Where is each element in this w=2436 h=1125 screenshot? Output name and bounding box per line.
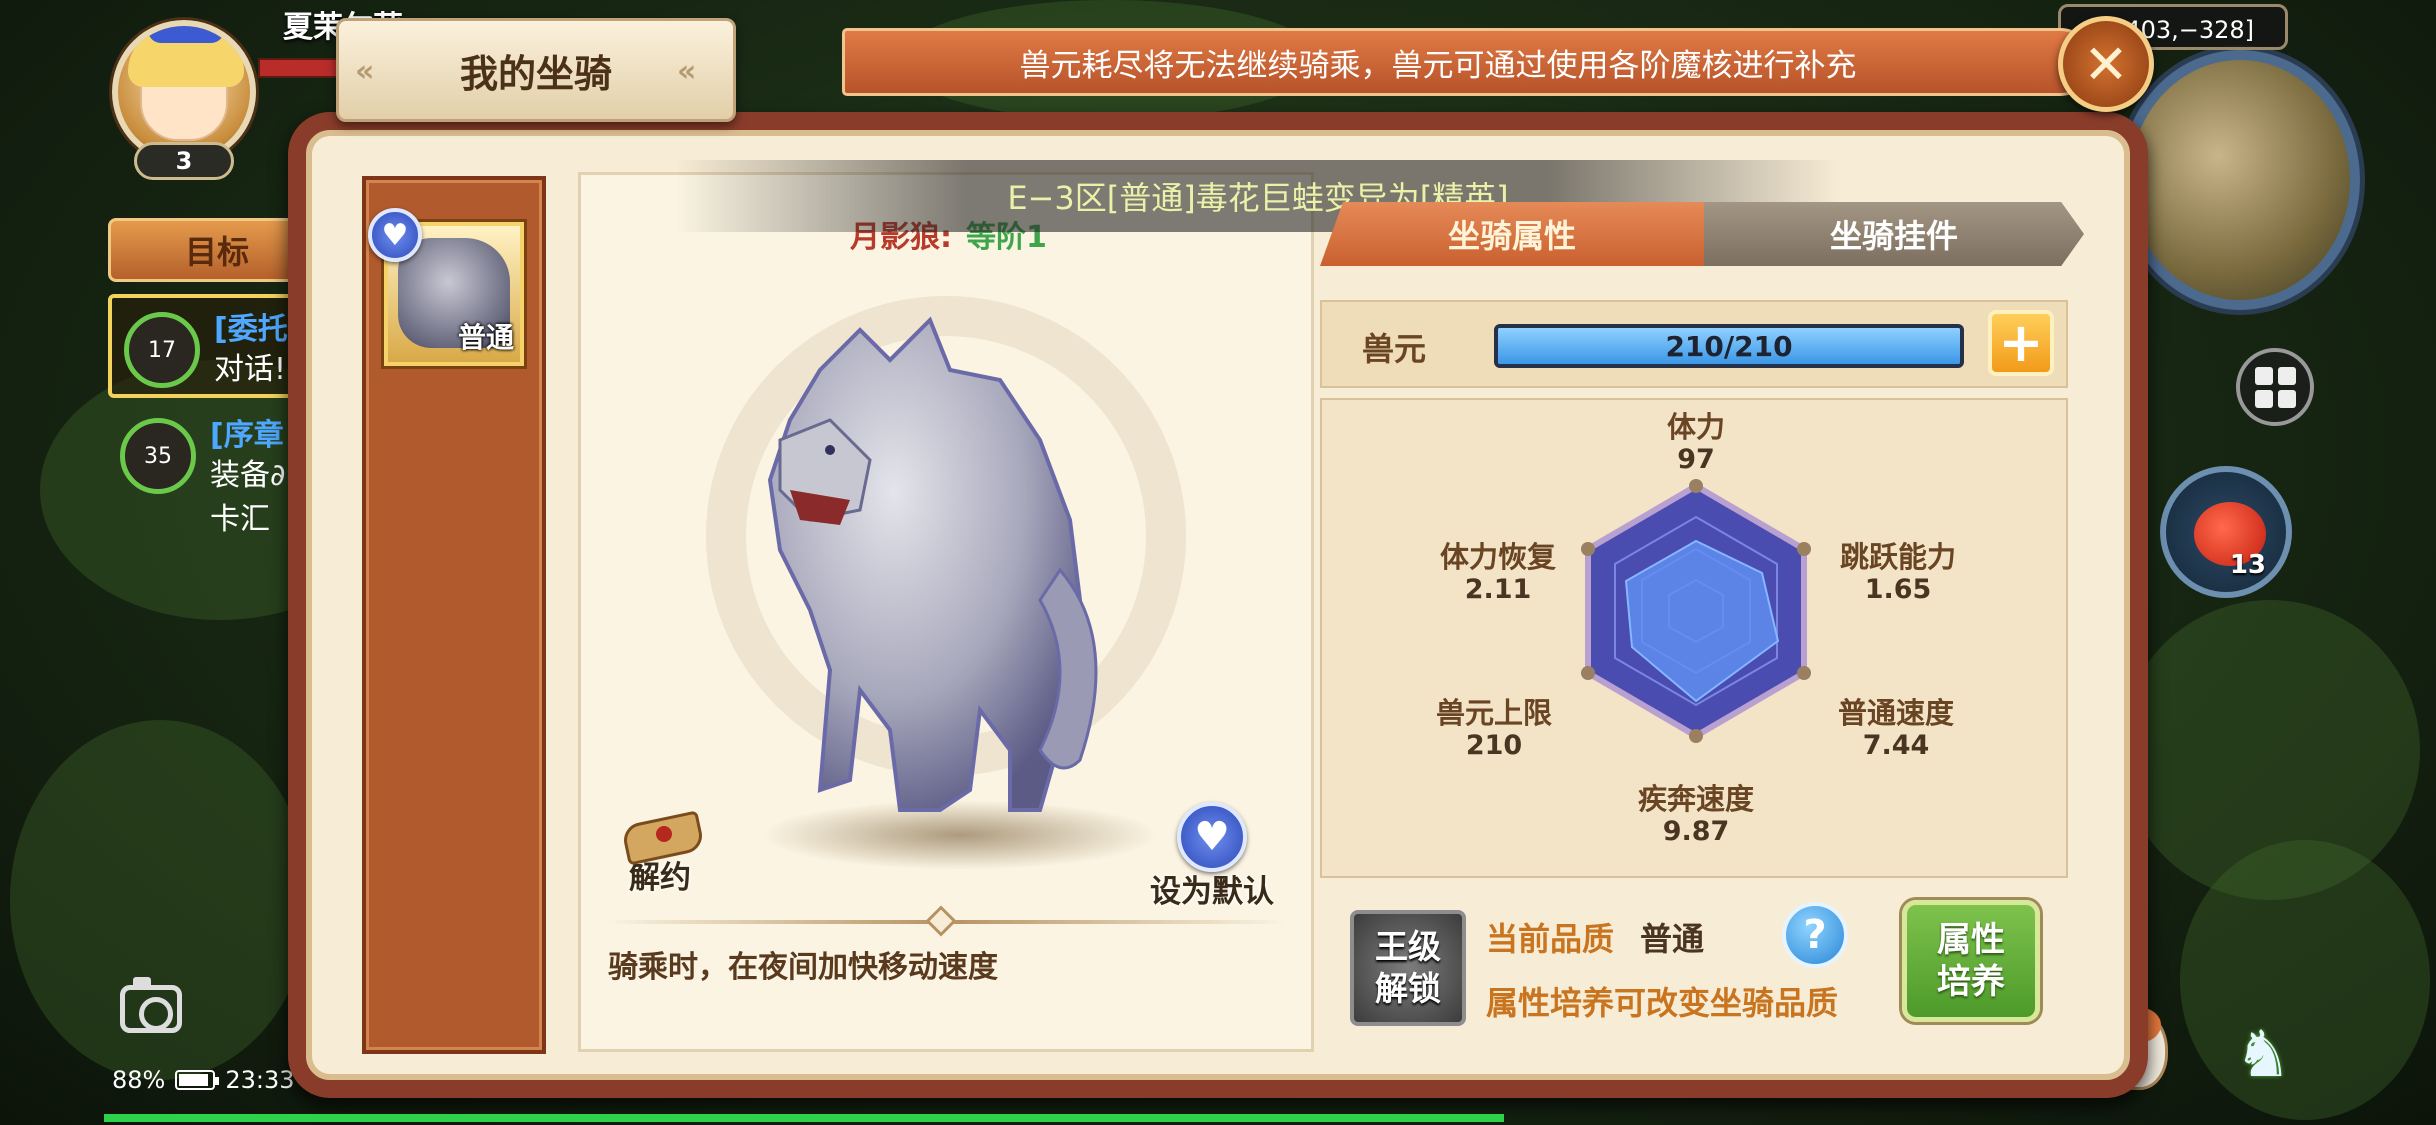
quick-item-slot[interactable]: 13 [2160, 466, 2292, 598]
wolf-mount-model[interactable] [740, 310, 1120, 830]
scroll-icon [620, 802, 700, 858]
ornament-right-icon: « [677, 54, 697, 89]
close-icon: ✕ [2083, 32, 2129, 96]
stat-normal-speed: 普通速度 7.44 [1806, 690, 1986, 761]
release-mount-button[interactable]: 解约 [620, 802, 700, 897]
stat-value: 210 [1465, 730, 1523, 761]
device-status-bar: 88% 23:33 [112, 1066, 295, 1094]
tab-mount-accessories[interactable]: 坐骑挂件 [1704, 202, 2084, 266]
stat-sprint-speed: 疾奔速度 9.87 [1606, 776, 1786, 847]
mount-ride-icon[interactable]: ♞ [2220, 1012, 2306, 1098]
stat-stamina: 体力 97 [1606, 404, 1786, 475]
menu-grid-icon[interactable] [2236, 348, 2314, 426]
quality-label: 当前品质 [1486, 920, 1615, 958]
ornament-left-icon: « [355, 54, 375, 89]
quest-desc: 装备∂ 卡汇 [210, 458, 286, 537]
stat-name: 跳跃能力 [1839, 540, 1956, 574]
quest-level-ring: 17 [124, 312, 200, 388]
set-default-label: 设为默认 [1150, 874, 1274, 910]
stat-name: 体力恢复 [1439, 540, 1556, 574]
quest-desc: 对话! [214, 352, 287, 387]
battery-icon [175, 1070, 220, 1090]
king-unlock-button[interactable]: 王级 解锁 [1350, 910, 1466, 1026]
loading-progress-bar [104, 1114, 1504, 1122]
mount-skill-description: 骑乘时，在夜间加快移动速度 [608, 950, 998, 985]
page-title: 我的坐骑 [459, 51, 612, 96]
quest-title: [序章 [210, 418, 284, 453]
quality-hint: 属性培养可改变坐骑品质 [1486, 984, 1839, 1022]
stat-name: 兽元上限 [1435, 696, 1552, 730]
quest-title: [委托 [214, 312, 288, 347]
stat-value: 1.65 [1864, 574, 1932, 605]
stat-value: 2.11 [1464, 574, 1532, 605]
quality-value: 普通 [1640, 920, 1705, 958]
stat-name: 普通速度 [1837, 696, 1954, 730]
battery-percent: 88% [112, 1066, 166, 1094]
mount-grade-label: 普通 [457, 321, 514, 354]
player-level-badge: 3 [134, 142, 234, 180]
close-button[interactable]: ✕ [2058, 16, 2154, 112]
attribute-radar-chart [1581, 479, 1811, 743]
minimap[interactable] [2120, 50, 2360, 310]
item-count: 13 [2229, 550, 2266, 580]
energy-label: 兽元 [1362, 330, 1427, 368]
camera-icon[interactable] [120, 977, 182, 1033]
set-default-button[interactable]: ♥ 设为默认 [1150, 802, 1274, 911]
tab-mount-attributes[interactable]: 坐骑属性 [1320, 202, 1704, 266]
stat-stamina-regen: 体力恢复 2.11 [1408, 534, 1588, 605]
stat-value: 7.44 [1862, 730, 1930, 761]
plus-icon: + [1998, 311, 2044, 374]
stat-name: 疾奔速度 [1637, 782, 1754, 816]
quest-level-ring: 35 [120, 418, 196, 494]
panel-title-plaque: « 我的坐骑 « [336, 18, 736, 122]
default-heart-icon: ♥ [368, 208, 422, 262]
energy-value: 210/210 [1665, 329, 1793, 363]
add-energy-button[interactable]: + [1988, 310, 2054, 376]
stat-energy-max: 兽元上限 210 [1404, 690, 1584, 761]
notice-banner: 兽元耗尽将无法继续骑乘，兽元可通过使用各阶魔核进行补充 [842, 28, 2094, 96]
help-button[interactable]: ? [1782, 902, 1848, 968]
heart-icon: ♥ [1177, 802, 1247, 872]
quest-target-tab[interactable]: 目标 [108, 218, 308, 282]
attribute-cultivate-button[interactable]: 属性 培养 [1902, 900, 2040, 1022]
stat-value: 9.87 [1662, 816, 1730, 847]
stat-jump: 跳跃能力 1.65 [1808, 534, 1988, 605]
question-icon: ? [1803, 912, 1827, 958]
stat-value: 97 [1677, 444, 1715, 475]
clock-time: 23:33 [225, 1066, 295, 1094]
stat-name: 体力 [1666, 410, 1725, 444]
